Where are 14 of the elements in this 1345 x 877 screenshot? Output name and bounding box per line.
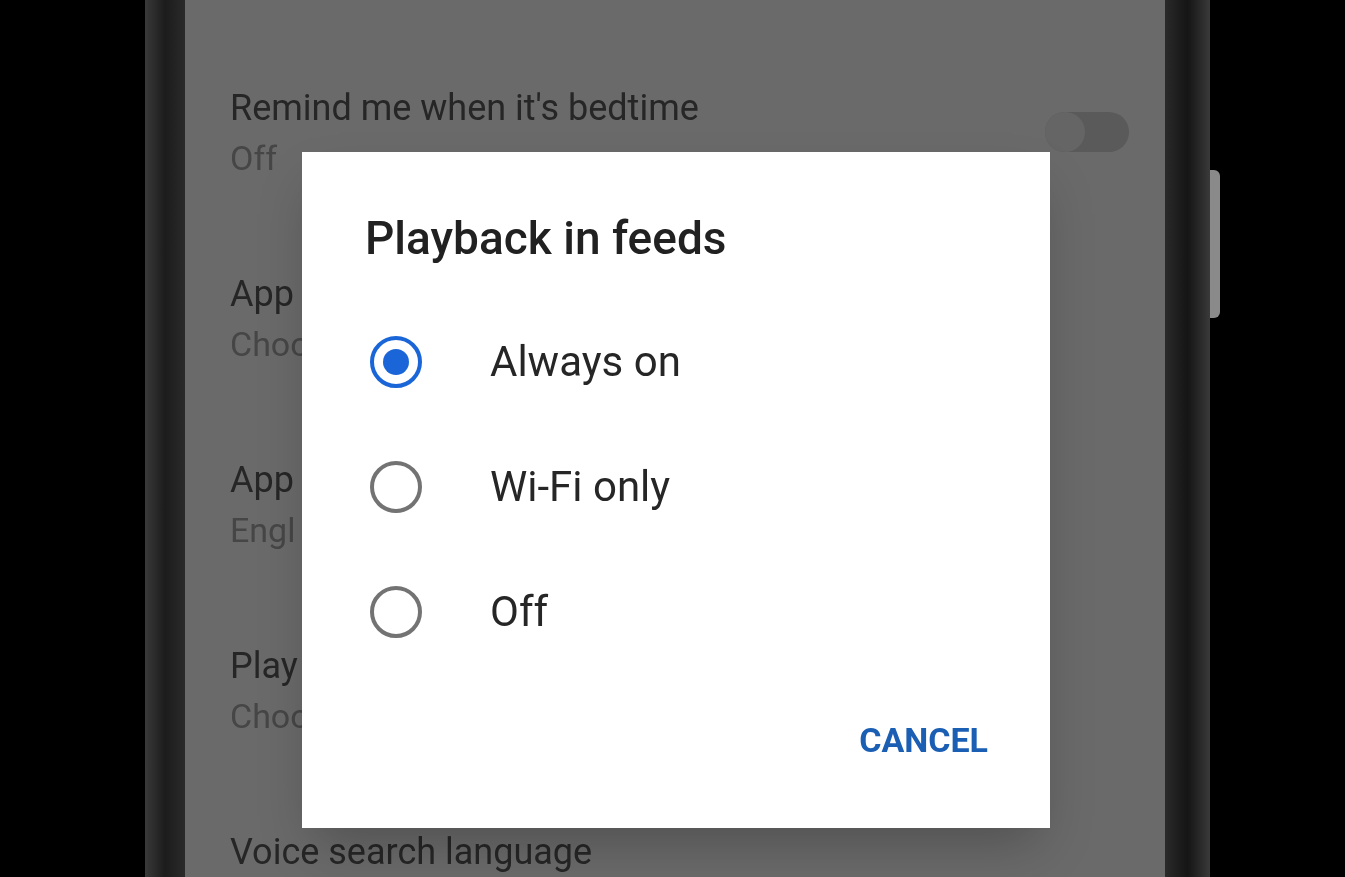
setting-title: App <box>230 272 294 316</box>
radio-button[interactable] <box>370 335 422 388</box>
toggle-switch[interactable] <box>1045 112 1129 152</box>
setting-title: App <box>230 458 294 502</box>
radio-button[interactable] <box>370 585 422 638</box>
setting-title: Play <box>230 644 298 688</box>
setting-title: Voice search language <box>230 830 593 874</box>
option-label[interactable]: Always on <box>490 335 681 388</box>
option-label[interactable]: Off <box>490 585 549 638</box>
cancel-button[interactable]: CANCEL <box>859 718 988 762</box>
option-label[interactable]: Wi-Fi only <box>490 460 671 513</box>
dialog-title: Playback in feeds <box>365 210 727 266</box>
radio-button[interactable] <box>370 460 422 513</box>
setting-title: Remind me when it's bedtime <box>230 86 699 130</box>
